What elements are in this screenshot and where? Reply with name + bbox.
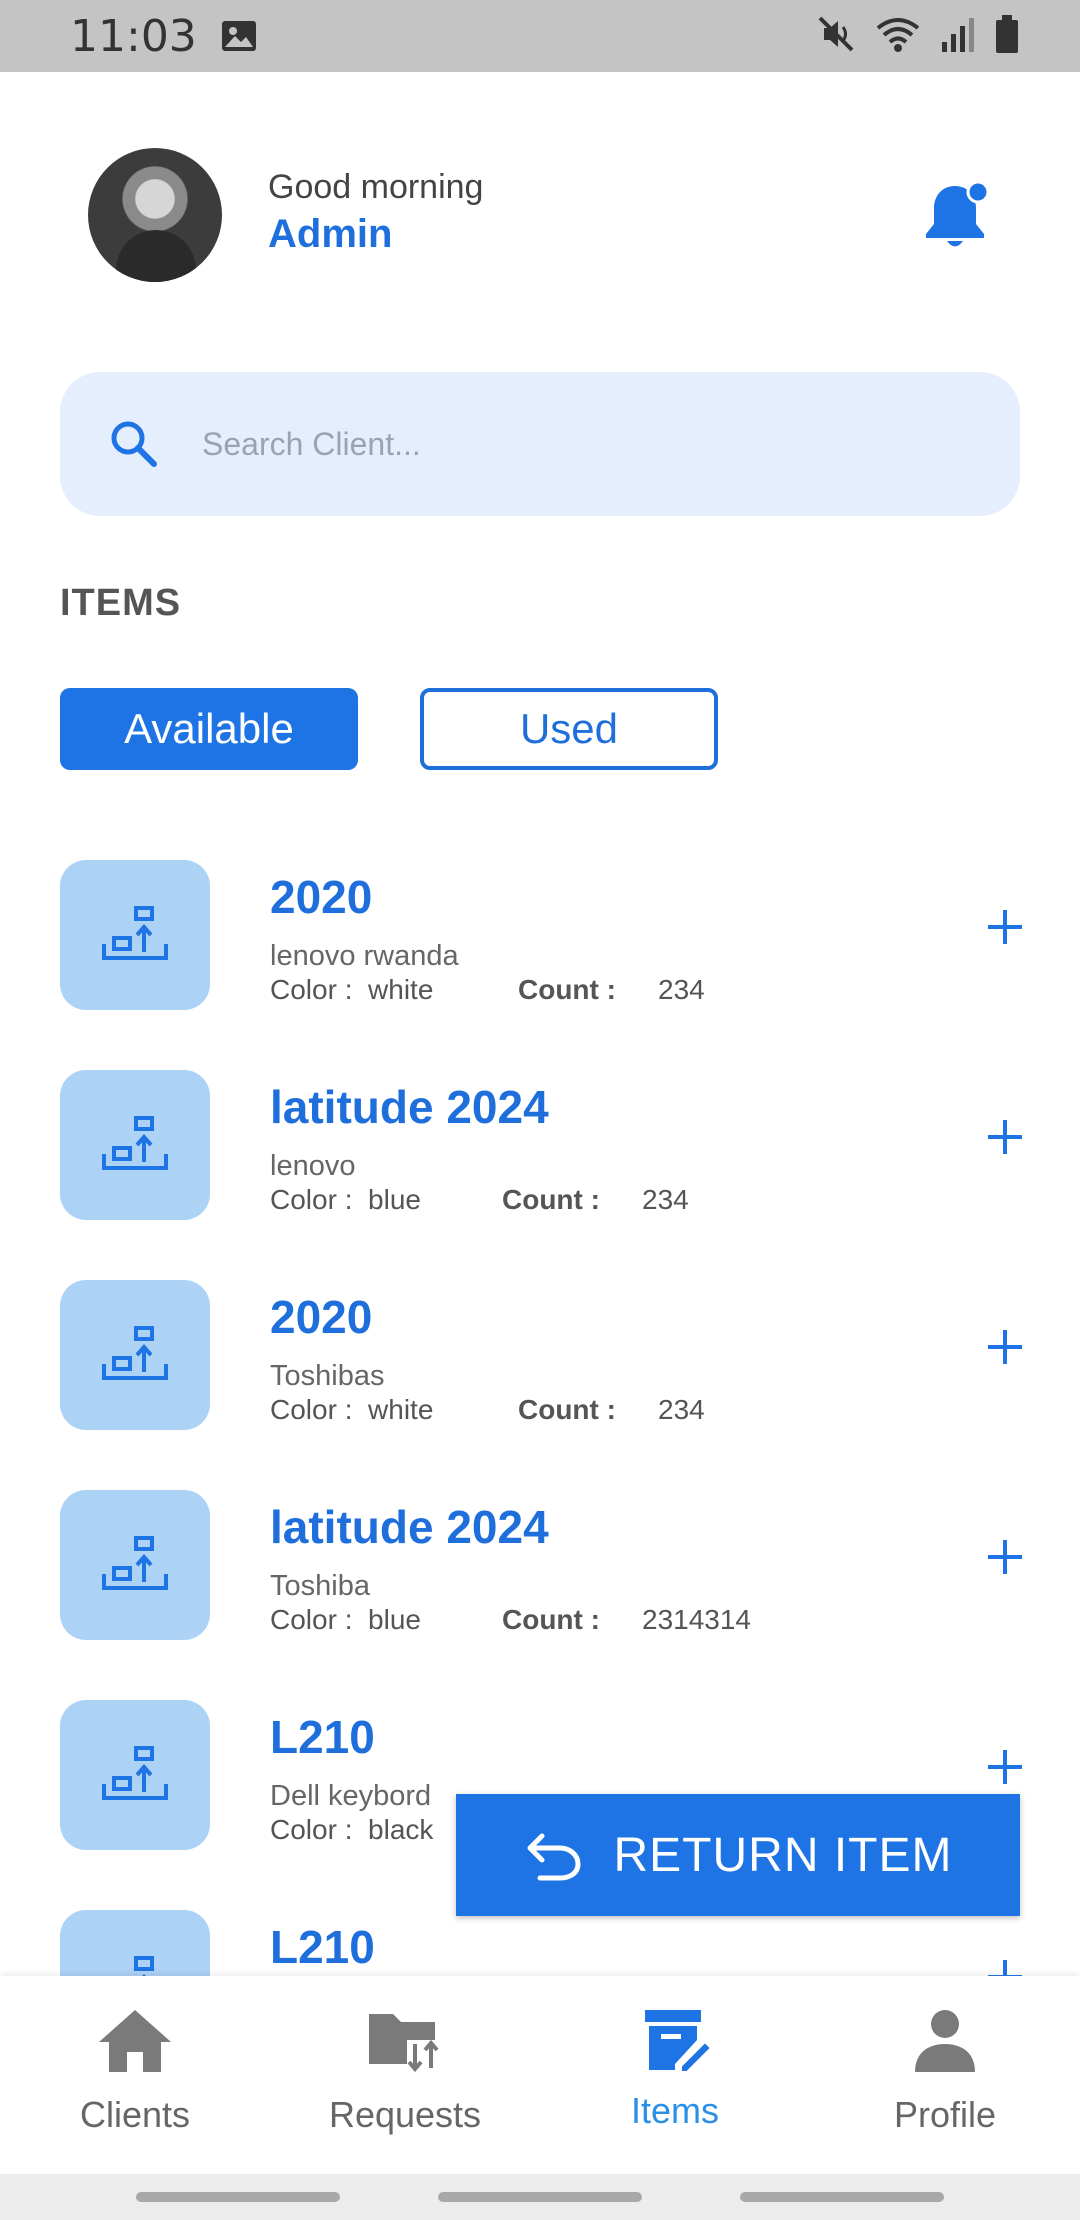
nav-pill[interactable] — [136, 2192, 340, 2202]
bottom-navigation: Clients Requests Items Profile — [0, 1976, 1080, 2174]
nav-label: Profile — [893, 2094, 997, 2135]
list-item[interactable]: latitude 2024 Toshiba Color : blue Count… — [0, 1490, 1080, 1690]
greeting-text: Good morning — [268, 168, 484, 206]
item-name: latitude 2024 — [270, 1081, 549, 1133]
inventory-upload-icon — [102, 906, 168, 960]
system-navigation-bar — [0, 2174, 1080, 2220]
item-brand: lenovo rwanda — [270, 940, 459, 972]
nav-label: Items — [630, 2090, 719, 2131]
inventory-upload-icon — [102, 1326, 168, 1380]
item-color: Color : blue — [270, 1184, 421, 1216]
return-item-label: RETURN ITEM — [613, 1828, 953, 1882]
item-name: L210 — [270, 1921, 375, 1973]
wifi-icon — [874, 14, 922, 59]
item-count-label: Count : — [502, 1184, 600, 1215]
item-name: L210 — [270, 1711, 375, 1763]
home-icon — [95, 2006, 175, 2076]
add-icon[interactable] — [982, 1324, 1028, 1370]
add-icon[interactable] — [982, 904, 1028, 950]
item-color-value: white — [368, 974, 434, 1005]
item-name: latitude 2024 — [270, 1501, 549, 1553]
item-color-label: Color : — [270, 1814, 353, 1845]
item-color-value: black — [368, 1814, 434, 1845]
nav-item-profile[interactable]: Profile — [810, 1976, 1080, 2174]
status-time: 11:03 — [70, 10, 197, 62]
add-icon[interactable] — [982, 1954, 1028, 1976]
item-count-label: Count : — [518, 974, 616, 1005]
nav-pill[interactable] — [740, 2192, 944, 2202]
add-icon[interactable] — [982, 1744, 1028, 1790]
search-input[interactable] — [202, 425, 962, 463]
item-count-value: 234 — [658, 974, 705, 1005]
item-color: Color : white — [270, 974, 433, 1006]
battery-icon — [994, 14, 1020, 59]
folder-swap-icon — [365, 2006, 445, 2076]
item-brand: lenovo — [270, 1150, 356, 1182]
search-bar[interactable] — [60, 372, 1020, 516]
inventory-upload-icon — [102, 1116, 168, 1170]
avatar[interactable] — [88, 148, 222, 282]
item-color-label: Color : — [270, 1184, 353, 1215]
item-count-label: Count : — [518, 1394, 616, 1425]
nav-label: Clients — [79, 2094, 191, 2135]
notification-bell-icon[interactable] — [920, 178, 990, 252]
item-brand: Toshibas — [270, 1360, 385, 1392]
undo-icon — [524, 1828, 584, 1882]
list-item[interactable]: L210 — [0, 1910, 1080, 1976]
inventory-edit-icon — [635, 2006, 715, 2076]
list-item[interactable]: 2020 lenovo rwanda Color : white Count :… — [0, 860, 1080, 1060]
item-color: Color : white — [270, 1394, 433, 1426]
item-count-label: Count : — [502, 1604, 600, 1635]
item-thumbnail — [60, 1490, 210, 1640]
item-count-value: 234 — [642, 1184, 689, 1215]
image-notification-icon — [221, 20, 257, 52]
nav-item-items[interactable]: Items — [540, 1976, 810, 2174]
search-icon — [106, 416, 162, 472]
item-color-value: blue — [368, 1604, 421, 1635]
item-color-label: Color : — [270, 1604, 353, 1635]
item-count-value: 2314314 — [642, 1604, 752, 1635]
user-name: Admin — [268, 212, 393, 256]
item-thumbnail — [60, 1070, 210, 1220]
list-item[interactable]: latitude 2024 lenovo Color : blue Count … — [0, 1070, 1080, 1270]
person-icon — [905, 2006, 985, 2076]
nav-pill[interactable] — [438, 2192, 642, 2202]
item-brand: Dell keybord — [270, 1780, 432, 1812]
nav-item-clients[interactable]: Clients — [0, 1976, 270, 2174]
signal-icon — [940, 14, 976, 59]
inventory-upload-icon — [134, 1956, 154, 1976]
item-count-value: 234 — [658, 1394, 705, 1425]
item-color: Color : black — [270, 1814, 433, 1846]
item-color-value: white — [368, 1394, 434, 1425]
item-color: Color : blue — [270, 1604, 421, 1636]
return-item-button[interactable]: RETURN ITEM — [456, 1794, 1020, 1916]
inventory-upload-icon — [102, 1746, 168, 1800]
item-brand: Toshiba — [270, 1570, 370, 1602]
item-thumbnail — [60, 1700, 210, 1850]
mute-icon — [816, 14, 856, 59]
inventory-upload-icon — [102, 1536, 168, 1590]
add-icon[interactable] — [982, 1534, 1028, 1580]
item-thumbnail — [60, 860, 210, 1010]
item-thumbnail — [60, 1910, 210, 1976]
item-thumbnail — [60, 1280, 210, 1430]
item-color-label: Color : — [270, 974, 353, 1005]
item-color-value: blue — [368, 1184, 421, 1215]
tab-available[interactable]: Available — [60, 688, 358, 770]
item-name: 2020 — [270, 871, 373, 923]
item-name: 2020 — [270, 1291, 373, 1343]
status-bar: 11:03 — [0, 0, 1080, 72]
nav-item-requests[interactable]: Requests — [270, 1976, 540, 2174]
list-item[interactable]: 2020 Toshibas Color : white Count : 234 — [0, 1280, 1080, 1480]
tab-used[interactable]: Used — [420, 688, 718, 770]
nav-label: Requests — [328, 2094, 482, 2135]
add-icon[interactable] — [982, 1114, 1028, 1160]
section-title: ITEMS — [60, 582, 182, 624]
item-color-label: Color : — [270, 1394, 353, 1425]
